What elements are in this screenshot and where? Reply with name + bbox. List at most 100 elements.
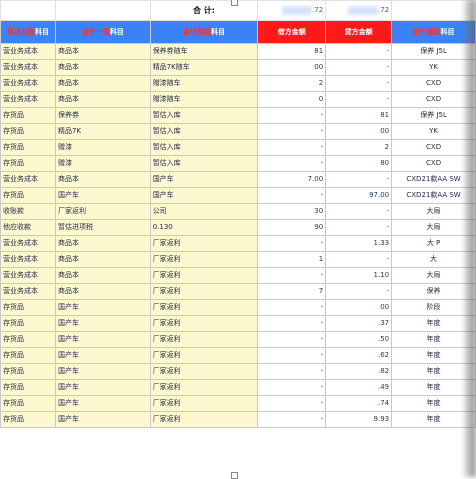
- cell-general-ledger[interactable]: 存货品: [0, 363, 56, 380]
- cell-general-ledger[interactable]: 营业务成本: [0, 59, 56, 76]
- cell-credit-amount[interactable]: -: [325, 91, 393, 108]
- cell-credit-amount[interactable]: .74: [325, 395, 393, 412]
- cell-level1-account[interactable]: 国产车: [54, 187, 151, 204]
- cell-credit-amount[interactable]: -: [325, 59, 393, 76]
- cell-detail-account[interactable]: 厂家返利: [149, 235, 259, 252]
- cell-level1-account[interactable]: 商品本: [54, 235, 151, 252]
- cell-credit-amount[interactable]: .49: [325, 379, 393, 396]
- cell-detail-account[interactable]: 厂家返利: [149, 299, 259, 316]
- cell-credit-amount[interactable]: 1.33: [325, 235, 393, 252]
- cell-debit-amount[interactable]: -: [257, 187, 327, 204]
- cell-general-ledger[interactable]: 存货品: [0, 155, 56, 172]
- cell-detail-account[interactable]: 赠漆随车: [149, 91, 259, 108]
- summary-empty-cell[interactable]: [54, 0, 151, 21]
- cell-detail-account[interactable]: 厂家返利: [149, 363, 259, 380]
- cell-general-ledger[interactable]: 存货品: [0, 411, 56, 428]
- cell-credit-amount[interactable]: .82: [325, 363, 393, 380]
- cell-debit-amount[interactable]: -: [257, 395, 327, 412]
- cell-debit-amount[interactable]: -: [257, 363, 327, 380]
- cell-debit-amount[interactable]: -: [257, 411, 327, 428]
- cell-debit-amount[interactable]: -: [257, 299, 327, 316]
- cell-level1-account[interactable]: 商品本: [54, 59, 151, 76]
- cell-credit-amount[interactable]: -: [325, 219, 393, 236]
- cell-general-ledger[interactable]: 存货品: [0, 139, 56, 156]
- resize-handle[interactable]: [231, 0, 238, 6]
- cell-debit-amount[interactable]: -: [257, 331, 327, 348]
- cell-credit-amount[interactable]: -: [325, 251, 393, 268]
- cell-detail-account[interactable]: 厂家返利: [149, 283, 259, 300]
- cell-debit-amount[interactable]: 0: [257, 91, 327, 108]
- cell-debit-amount[interactable]: 7: [257, 283, 327, 300]
- cell-level1-account[interactable]: 国产车: [54, 347, 151, 364]
- cell-credit-amount[interactable]: .37: [325, 315, 393, 332]
- cell-detail-account[interactable]: 厂家返利: [149, 411, 259, 428]
- cell-level1-account[interactable]: 商品本: [54, 251, 151, 268]
- cell-general-ledger[interactable]: 存货品: [0, 187, 56, 204]
- summary-credit-total[interactable]: .72: [325, 0, 393, 21]
- cell-debit-amount[interactable]: -: [257, 235, 327, 252]
- cell-credit-amount[interactable]: .50: [325, 331, 393, 348]
- cell-level1-account[interactable]: 国产车: [54, 411, 151, 428]
- cell-credit-amount[interactable]: -: [325, 75, 393, 92]
- cell-detail-account[interactable]: 厂家返利: [149, 395, 259, 412]
- cell-credit-amount[interactable]: 80: [325, 155, 393, 172]
- cell-debit-amount[interactable]: 30: [257, 203, 327, 220]
- cell-credit-amount[interactable]: -: [325, 43, 393, 60]
- cell-general-ledger[interactable]: 存货品: [0, 395, 56, 412]
- cell-credit-amount[interactable]: 2: [325, 139, 393, 156]
- cell-general-ledger[interactable]: 营业务成本: [0, 235, 56, 252]
- cell-level1-account[interactable]: 商品本: [54, 91, 151, 108]
- cell-general-ledger[interactable]: 营业务成本: [0, 75, 56, 92]
- cell-level1-account[interactable]: 商品本: [54, 267, 151, 284]
- cell-credit-amount[interactable]: 97.00: [325, 187, 393, 204]
- cell-general-ledger[interactable]: 营业务成本: [0, 267, 56, 284]
- cell-debit-amount[interactable]: 7.00: [257, 171, 327, 188]
- cell-debit-amount[interactable]: -: [257, 347, 327, 364]
- cell-level1-account[interactable]: 商品本: [54, 283, 151, 300]
- cell-detail-account[interactable]: 厂家返利: [149, 267, 259, 284]
- cell-detail-account[interactable]: 赠漆随车: [149, 75, 259, 92]
- cell-detail-account[interactable]: 国产车: [149, 171, 259, 188]
- cell-detail-account[interactable]: 0.130: [149, 219, 259, 236]
- cell-debit-amount[interactable]: 81: [257, 43, 327, 60]
- cell-credit-amount[interactable]: 9.93: [325, 411, 393, 428]
- cell-general-ledger[interactable]: 存货品: [0, 347, 56, 364]
- cell-debit-amount[interactable]: -: [257, 123, 327, 140]
- cell-level1-account[interactable]: 国产车: [54, 299, 151, 316]
- cell-general-ledger[interactable]: 存货品: [0, 299, 56, 316]
- cell-detail-account[interactable]: 暂估入库: [149, 107, 259, 124]
- cell-level1-account[interactable]: 精品7K: [54, 123, 151, 140]
- cell-detail-account[interactable]: 保养券随车: [149, 43, 259, 60]
- cell-general-ledger[interactable]: 收账款: [0, 203, 56, 220]
- cell-level1-account[interactable]: 赠漆: [54, 155, 151, 172]
- cell-level1-account[interactable]: 厂家返利: [54, 203, 151, 220]
- cell-debit-amount[interactable]: -: [257, 107, 327, 124]
- cell-debit-amount[interactable]: -: [257, 267, 327, 284]
- cell-detail-account[interactable]: 厂家返利: [149, 315, 259, 332]
- cell-level1-account[interactable]: 国产车: [54, 331, 151, 348]
- header-detail-account[interactable]: 会计明细科目: [149, 20, 259, 44]
- cell-debit-amount[interactable]: 2: [257, 75, 327, 92]
- header-credit-amount[interactable]: 贷方金额: [325, 20, 393, 44]
- cell-detail-account[interactable]: 厂家返利: [149, 251, 259, 268]
- header-debit-amount[interactable]: 借方金额: [257, 20, 327, 44]
- header-level1-account[interactable]: 会计一级科目: [54, 20, 151, 44]
- cell-level1-account[interactable]: 国产车: [54, 315, 151, 332]
- cell-debit-amount[interactable]: -: [257, 139, 327, 156]
- cell-debit-amount[interactable]: 00: [257, 59, 327, 76]
- cell-general-ledger[interactable]: 营业务成本: [0, 251, 56, 268]
- cell-level1-account[interactable]: 商品本: [54, 43, 151, 60]
- cell-debit-amount[interactable]: -: [257, 379, 327, 396]
- cell-detail-account[interactable]: 公司: [149, 203, 259, 220]
- cell-credit-amount[interactable]: 1.10: [325, 267, 393, 284]
- cell-general-ledger[interactable]: 营业务成本: [0, 91, 56, 108]
- cell-debit-amount[interactable]: 1: [257, 251, 327, 268]
- cell-detail-account[interactable]: 厂家返利: [149, 331, 259, 348]
- cell-general-ledger[interactable]: 他应收款: [0, 219, 56, 236]
- cell-credit-amount[interactable]: -: [325, 283, 393, 300]
- cell-detail-account[interactable]: 精品7K随车: [149, 59, 259, 76]
- cell-general-ledger[interactable]: 存货品: [0, 379, 56, 396]
- cell-level1-account[interactable]: 暂估进项税: [54, 219, 151, 236]
- cell-level1-account[interactable]: 赠漆: [54, 139, 151, 156]
- cell-credit-amount[interactable]: .62: [325, 347, 393, 364]
